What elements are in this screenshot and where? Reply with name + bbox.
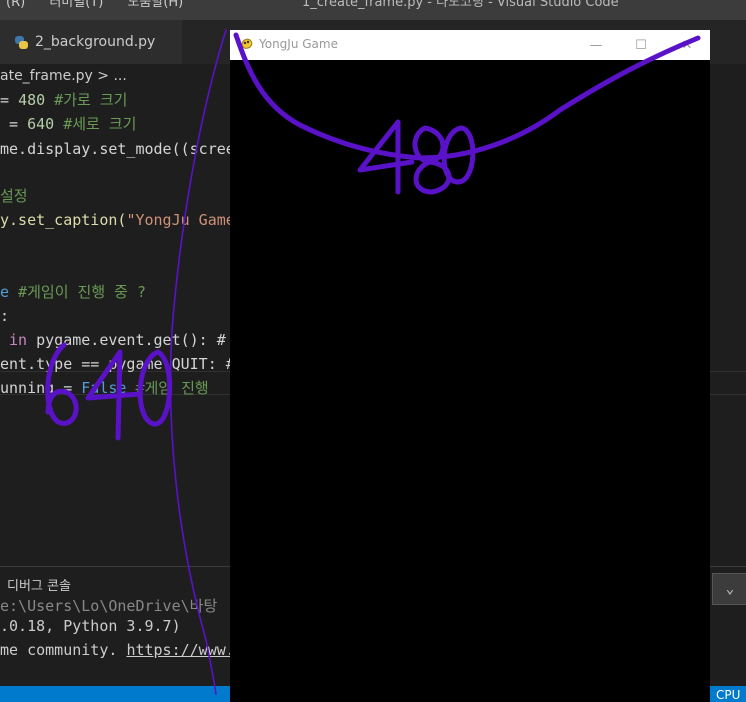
chevron-down-icon: ⌄ — [725, 581, 735, 597]
game-canvas[interactable] — [230, 60, 710, 702]
menu-item-terminal[interactable]: 터미널(T) — [49, 0, 103, 10]
code-line: me.display.set_mode((scree — [0, 140, 235, 158]
pygame-window[interactable]: YongJu Game — ☐ ✕ — [230, 30, 710, 702]
minimize-button[interactable]: — — [586, 35, 606, 55]
maximize-button[interactable]: ☐ — [631, 35, 651, 55]
window-title: 1_create_frame.py - 나도코딩 - Visual Studio… — [302, 0, 619, 10]
code-line: y.set_caption("YongJu Game — [0, 211, 235, 229]
terminal-link[interactable]: https://www. — [126, 641, 234, 659]
python-icon — [15, 35, 28, 49]
panel-dropdown[interactable]: ⌄ — [712, 573, 746, 605]
menu-item-run[interactable]: (R) — [6, 0, 25, 10]
code-line: in pygame.event.get(): # — [9, 331, 226, 349]
code-line: 설정 — [0, 187, 28, 205]
code-line: unning = False #게임 진행 — [0, 379, 209, 397]
status-cpu[interactable]: CPU — [716, 688, 740, 702]
close-button[interactable]: ✕ — [677, 35, 697, 55]
vscode-titlebar: (R) 터미널(T) 도움말(H) 1_create_frame.py - 나도… — [0, 0, 746, 20]
terminal-line: .0.18, Python 3.9.7) — [0, 617, 181, 635]
code-line: e #게임이 진행 중 ? — [0, 283, 147, 301]
pygame-titlebar[interactable]: YongJu Game — ☐ ✕ — [230, 30, 710, 60]
pygame-title: YongJu Game — [259, 37, 338, 51]
terminal-line: me community. https://www. — [0, 641, 235, 659]
terminal-line: e:\Users\Lo\OneDrive\바탕 — [0, 597, 218, 615]
tab-label: 2_background.py — [35, 34, 156, 50]
code-line: = 480 #가로 크기 — [0, 91, 128, 109]
pygame-snake-icon — [241, 38, 253, 49]
tab-debug-console[interactable]: 디버그 콘솔 — [7, 575, 71, 594]
code-line: = 640 #세로 크기 — [0, 115, 137, 133]
code-line: : — [0, 307, 10, 325]
code-line: ent.type == pygame.QUIT: # — [0, 355, 235, 373]
menu-bar: (R) 터미널(T) 도움말(H) — [0, 0, 197, 9]
tab-2-background[interactable]: 2_background.py — [0, 20, 182, 64]
menu-item-help[interactable]: 도움말(H) — [127, 0, 183, 10]
